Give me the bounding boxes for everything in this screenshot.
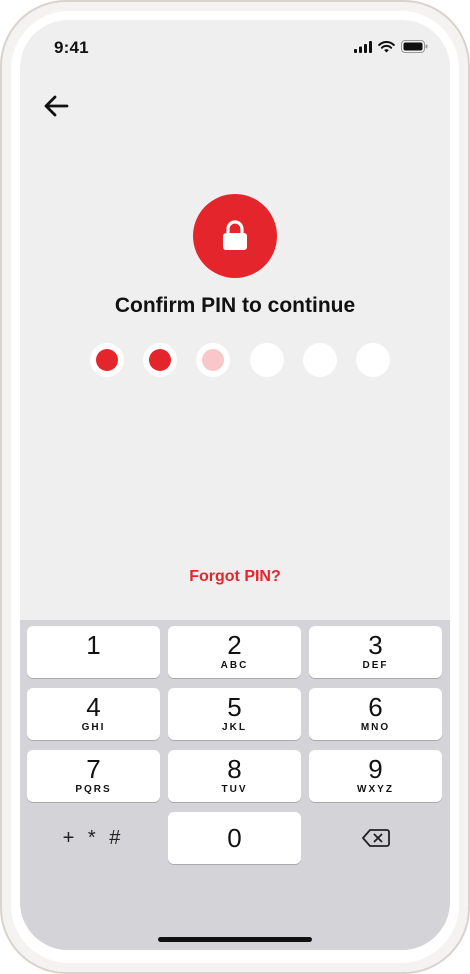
pin-dot: [90, 343, 124, 377]
symbols-label: + * #: [62, 826, 125, 849]
key-5[interactable]: 5 JKL: [168, 688, 301, 740]
delete-key[interactable]: [309, 812, 442, 864]
lock-badge: [193, 194, 277, 278]
key-digit: 3: [368, 630, 383, 660]
key-letters: DEF: [362, 660, 389, 671]
key-letters: JKL: [222, 722, 247, 733]
key-7[interactable]: 7 PQRS: [27, 750, 160, 802]
key-digit: 2: [227, 630, 242, 660]
pin-indicator: [90, 343, 390, 379]
key-digit: 9: [368, 754, 383, 784]
forgot-pin-link[interactable]: Forgot PIN?: [20, 568, 450, 586]
key-letters: PQRS: [75, 784, 112, 795]
status-icons: [354, 40, 428, 53]
key-2[interactable]: 2 ABC: [168, 626, 301, 678]
pin-dot: [249, 343, 284, 377]
pin-dot: [302, 343, 337, 377]
key-letters: WXYZ: [357, 784, 394, 795]
pin-dot: [196, 343, 231, 377]
cellular-signal-icon: [354, 40, 372, 53]
key-letters: ABC: [220, 660, 249, 671]
key-8[interactable]: 8 TUV: [168, 750, 301, 802]
key-digit: 6: [368, 692, 383, 722]
key-digit: 1: [86, 630, 101, 660]
backspace-icon: [361, 829, 390, 847]
lock-icon: [223, 220, 247, 250]
home-indicator[interactable]: [158, 937, 312, 942]
key-4[interactable]: 4 GHI: [27, 688, 160, 740]
pin-dot: [355, 343, 390, 377]
key-digit: 8: [227, 754, 242, 784]
status-bar: 9:41: [20, 20, 450, 72]
arrow-left-icon: [44, 95, 69, 117]
pin-dot: [143, 343, 178, 377]
key-9[interactable]: 9 WXYZ: [309, 750, 442, 802]
page-title: Confirm PIN to continue: [114, 294, 356, 317]
key-0[interactable]: 0: [168, 812, 301, 864]
key-letters: GHI: [81, 722, 106, 733]
key-letters: MNO: [360, 722, 391, 733]
key-1[interactable]: 1: [27, 626, 160, 678]
key-digit: 0: [227, 823, 242, 853]
symbols-key[interactable]: + * #: [27, 812, 160, 864]
numeric-keypad: 1 2 ABC 3 DEF 4 GHI 5 JKL 6 MNO 7 PQRS 8: [20, 620, 450, 950]
key-6[interactable]: 6 MNO: [309, 688, 442, 740]
key-digit: 7: [86, 754, 101, 784]
battery-icon: [401, 40, 428, 53]
key-letters: TUV: [221, 784, 248, 795]
key-digit: 4: [86, 692, 101, 722]
phone-screen: 9:41 Confirm PIN to continue Forgot PIN?…: [20, 20, 450, 950]
back-button[interactable]: [38, 88, 74, 124]
key-3[interactable]: 3 DEF: [309, 626, 442, 678]
status-time: 9:41: [54, 38, 89, 57]
wifi-icon: [378, 40, 395, 52]
key-digit: 5: [227, 692, 242, 722]
